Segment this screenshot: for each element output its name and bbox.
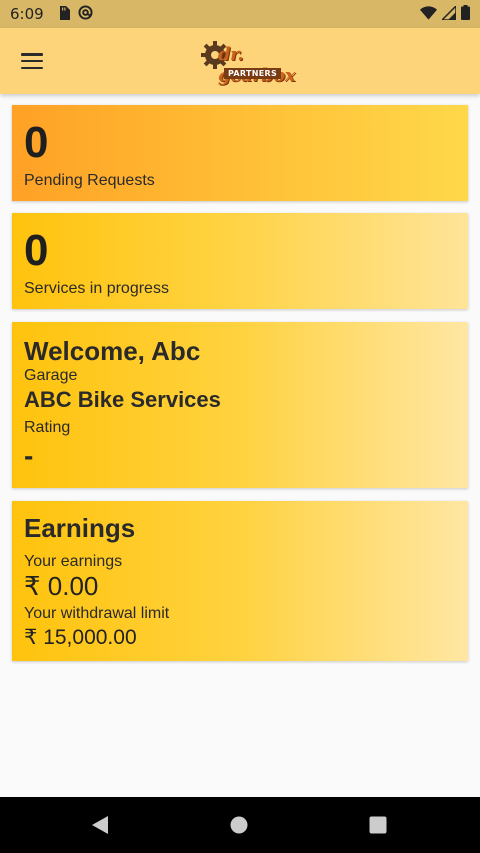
status-bar: 6:09	[0, 0, 480, 28]
pending-requests-label: Pending Requests	[24, 172, 155, 189]
logo-text: dr. gearbox	[218, 44, 296, 86]
services-in-progress-label: Services in progress	[24, 280, 169, 297]
earnings-card: Earnings Your earnings ₹ 0.00 Your withd…	[12, 501, 468, 661]
sd-card-icon	[58, 5, 70, 24]
pending-requests-count: 0	[24, 118, 49, 167]
earnings-title: Earnings	[24, 513, 136, 543]
recent-apps-icon[interactable]	[369, 816, 387, 838]
services-in-progress-count: 0	[24, 226, 49, 275]
rating-label: Rating	[24, 419, 71, 436]
services-in-progress-card[interactable]: 0 Services in progress	[12, 213, 468, 309]
back-icon[interactable]	[90, 815, 110, 839]
battery-icon	[461, 4, 470, 24]
at-sign-icon	[78, 4, 93, 24]
status-left-icons	[58, 4, 93, 24]
app-logo: dr. gearbox PARTNERS	[200, 38, 296, 86]
withdrawal-limit-label: Your withdrawal limit	[24, 605, 170, 622]
logo-tag: PARTNERS	[224, 68, 282, 79]
app-bar: dr. gearbox PARTNERS	[0, 28, 480, 94]
your-earnings-value: ₹ 0.00	[24, 571, 99, 601]
garage-label: Garage	[24, 367, 78, 384]
status-time: 6:09	[10, 5, 44, 23]
wifi-icon	[420, 5, 437, 24]
hamburger-menu-icon[interactable]	[20, 50, 44, 72]
pending-requests-card[interactable]: 0 Pending Requests	[12, 105, 468, 201]
status-right-icons	[420, 3, 470, 24]
system-nav-bar	[0, 797, 480, 853]
welcome-card: Welcome, Abc Garage ABC Bike Services Ra…	[12, 322, 468, 488]
signal-icon	[440, 3, 457, 24]
rating-value: -	[24, 440, 34, 471]
your-earnings-label: Your earnings	[24, 553, 123, 570]
withdrawal-limit-value: ₹ 15,000.00	[24, 626, 137, 649]
welcome-title: Welcome, Abc	[24, 336, 201, 366]
home-icon[interactable]	[229, 815, 249, 839]
garage-name: ABC Bike Services	[24, 387, 221, 412]
